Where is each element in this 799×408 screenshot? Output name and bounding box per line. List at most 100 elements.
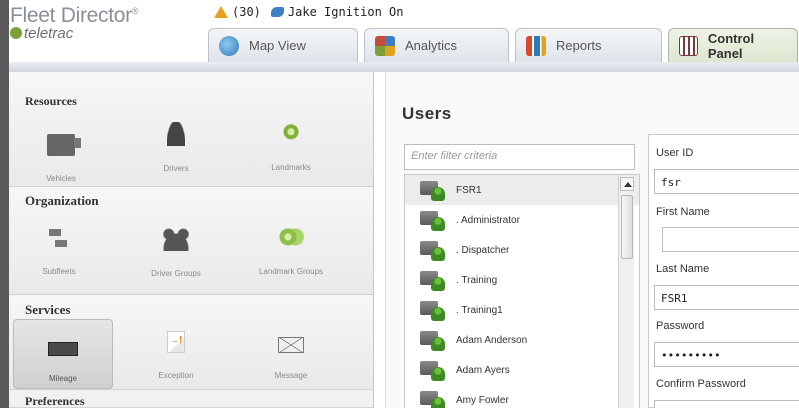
- nav-driver-groups[interactable]: Driver Groups: [126, 227, 226, 278]
- tab-label: Control Panel: [707, 30, 755, 61]
- main-tabs: Map View Analytics Reports Control Panel: [208, 28, 799, 62]
- user-name: . Dispatcher: [456, 244, 510, 256]
- nav-label: Landmarks: [271, 163, 311, 172]
- list-item[interactable]: . Dispatcher: [405, 235, 639, 265]
- subfleet-icon: [45, 227, 73, 249]
- user-icon: [420, 329, 446, 351]
- exception-icon: [167, 331, 185, 353]
- list-item[interactable]: . Training: [405, 265, 639, 295]
- alert-bar: (30) Jake Ignition On: [214, 5, 404, 19]
- alert-count[interactable]: (30): [232, 5, 261, 19]
- nav-label: Mileage: [48, 374, 77, 383]
- tab-control-panel[interactable]: Control Panel: [668, 28, 798, 62]
- user-name: . Training: [456, 274, 498, 286]
- tab-reports[interactable]: Reports: [515, 28, 662, 62]
- nav-label: Landmark Groups: [258, 267, 324, 276]
- scroll-up-arrow-icon[interactable]: [619, 177, 634, 191]
- nav-label: Driver Groups: [151, 269, 201, 278]
- mileage-icon: [48, 342, 78, 356]
- resources-section: Resources Vehicles Drivers Landmarks: [9, 72, 373, 187]
- users-panel: Users Enter filter criteria FSR1 . Admin…: [385, 72, 799, 408]
- analytics-icon: [375, 35, 395, 56]
- nav-label: Drivers: [163, 164, 189, 173]
- nav-label: Message: [274, 371, 308, 380]
- section-title: Services: [25, 302, 71, 317]
- driver-icon: [167, 122, 185, 146]
- last-name-label: Last Name: [656, 263, 710, 275]
- section-title: Organization: [25, 193, 99, 208]
- password-field[interactable]: •••••••••: [654, 342, 799, 367]
- section-title: Resources: [25, 94, 77, 108]
- user-icon: [420, 269, 446, 291]
- first-name-field[interactable]: [662, 227, 799, 252]
- user-icon: [420, 359, 446, 381]
- organization-section: Organization Subfleets Driver Groups Lan…: [9, 187, 373, 295]
- nav-subfleets[interactable]: Subfleets: [9, 227, 109, 276]
- user-icon: [420, 239, 446, 261]
- reports-icon: [526, 35, 546, 56]
- user-icon: [420, 389, 446, 408]
- user-list-scrollbar[interactable]: [618, 175, 634, 408]
- scroll-thumb[interactable]: [620, 195, 633, 259]
- ignition-alert-text[interactable]: Jake Ignition On: [288, 5, 404, 19]
- preferences-section[interactable]: Preferences: [9, 390, 373, 408]
- tab-map-view[interactable]: Map View: [208, 28, 358, 62]
- user-name: . Administrator: [456, 214, 520, 226]
- page-title: Users: [402, 104, 452, 123]
- tab-label: Analytics: [405, 38, 458, 53]
- nav-label: Vehicles: [46, 174, 76, 183]
- filter-input[interactable]: Enter filter criteria: [404, 144, 635, 170]
- tab-analytics[interactable]: Analytics: [364, 28, 509, 62]
- tab-label: Reports: [556, 38, 602, 53]
- confirm-password-label: Confirm Password: [656, 378, 746, 390]
- message-icon: [278, 337, 304, 353]
- confirm-password-field[interactable]: •••••••••: [654, 400, 799, 408]
- nav-mileage[interactable]: Mileage: [13, 319, 113, 389]
- nav-label: Exception: [158, 371, 194, 380]
- nav-message[interactable]: Message: [241, 331, 341, 380]
- user-id-label: User ID: [656, 147, 694, 159]
- warning-icon[interactable]: [214, 6, 228, 18]
- header-divider: [9, 62, 799, 72]
- nav-landmark-groups[interactable]: Landmark Groups: [235, 227, 347, 276]
- teletrac-logo-icon: [10, 27, 22, 39]
- user-icon: [420, 179, 446, 201]
- user-name: . Training1: [456, 304, 503, 316]
- services-section: Services Mileage Exception Message: [9, 295, 373, 390]
- vehicle-icon: [47, 134, 81, 156]
- tab-label: Map View: [249, 38, 306, 53]
- user-id-field[interactable]: fsr: [654, 169, 799, 194]
- user-name: FSR1: [456, 184, 482, 196]
- landmark-group-icon: [276, 227, 306, 249]
- landmark-icon: [283, 123, 299, 145]
- left-nav-panel: Resources Vehicles Drivers Landmarks Org…: [9, 72, 374, 408]
- list-item[interactable]: FSR1: [405, 175, 639, 205]
- list-item[interactable]: Adam Ayers: [405, 355, 639, 385]
- nav-vehicles[interactable]: Vehicles: [11, 128, 111, 183]
- nav-exception[interactable]: Exception: [126, 331, 226, 380]
- user-icon: [420, 299, 446, 321]
- nav-landmarks[interactable]: Landmarks: [241, 123, 341, 172]
- list-item[interactable]: . Administrator: [405, 205, 639, 235]
- control-panel-icon: [679, 35, 698, 56]
- globe-icon: [219, 35, 239, 56]
- user-name: Adam Anderson: [456, 334, 528, 346]
- driver-group-icon: [158, 227, 194, 251]
- list-item[interactable]: . Training1: [405, 295, 639, 325]
- user-list: FSR1 . Administrator . Dispatcher . Trai…: [404, 174, 640, 408]
- last-name-field[interactable]: FSR1: [654, 285, 799, 310]
- list-item[interactable]: Adam Anderson: [405, 325, 639, 355]
- brand-logo: Fleet Director® teletrac: [10, 4, 210, 42]
- list-item[interactable]: Amy Fowler: [405, 385, 639, 408]
- password-label: Password: [656, 320, 705, 332]
- ignition-icon: [270, 7, 284, 17]
- user-detail-form: User ID fsr First Name Last Name FSR1 Pa…: [648, 134, 799, 408]
- user-icon: [420, 209, 446, 231]
- user-name: Amy Fowler: [456, 394, 509, 406]
- section-title: Preferences: [25, 394, 85, 408]
- nav-label: Subfleets: [42, 267, 76, 276]
- left-edge-strip: [0, 0, 9, 408]
- nav-drivers[interactable]: Drivers: [126, 122, 226, 173]
- first-name-label: First Name: [656, 206, 710, 218]
- user-name: Adam Ayers: [456, 364, 510, 376]
